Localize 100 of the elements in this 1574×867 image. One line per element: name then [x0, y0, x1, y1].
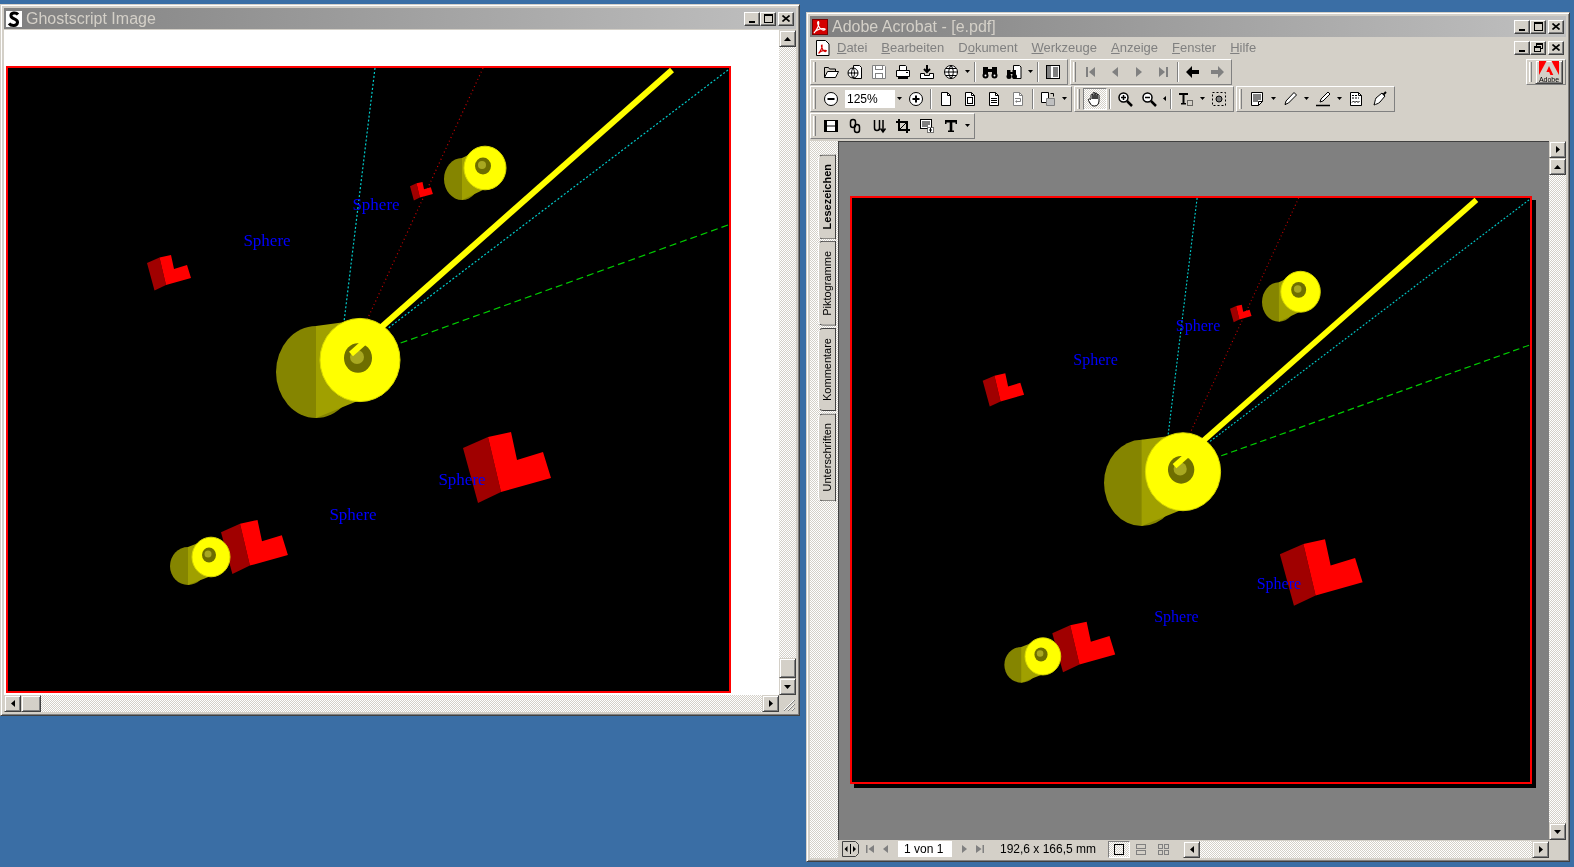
split-arrows-icon[interactable] [842, 841, 859, 857]
size-grip-icon[interactable] [783, 699, 795, 711]
minimize-icon [1519, 49, 1525, 52]
panel-icon [1045, 63, 1061, 80]
page-squiggle-icon [1348, 90, 1364, 107]
caret-icon[interactable] [1337, 97, 1342, 100]
caret-icon[interactable] [1200, 97, 1205, 100]
minimize-button[interactable] [1514, 40, 1530, 55]
left-triangle-icon [882, 845, 890, 853]
globe-icon [943, 63, 959, 80]
right-triangle-icon [1555, 146, 1560, 153]
caret-icon[interactable] [965, 70, 970, 73]
pane-toggle-button[interactable] [1549, 141, 1566, 158]
single-page-button[interactable] [1108, 840, 1131, 858]
scrollbar-thumb[interactable] [21, 695, 41, 712]
caret-icon[interactable] [1028, 70, 1033, 73]
side-tab[interactable]: Lesezeichen [818, 154, 836, 240]
down-triangle-icon [1554, 829, 1561, 834]
magnifier-plus-icon [1117, 90, 1133, 107]
zoom-field[interactable]: 125% [845, 89, 895, 108]
scroll-right-button[interactable] [762, 695, 779, 712]
window-title: Adobe Acrobat - [e.pdf] [832, 16, 996, 37]
restore-icon [1533, 43, 1543, 52]
app-icon[interactable] [812, 18, 828, 35]
maximize-button[interactable] [760, 11, 776, 26]
pencil-icon [1282, 90, 1298, 107]
side-tab[interactable]: Kommentare [818, 328, 836, 412]
scroll-right-button[interactable] [1532, 840, 1549, 858]
logo-icon [1539, 60, 1559, 75]
u-arrow-icon [871, 117, 887, 134]
toolbar-grip[interactable] [1239, 88, 1242, 109]
restore-button[interactable] [1530, 40, 1546, 55]
caret-icon[interactable] [1304, 97, 1309, 100]
pen-nib-icon [1372, 90, 1388, 107]
hand-tool-button[interactable] [1083, 87, 1107, 110]
close-icon [1552, 23, 1560, 30]
caret-icon[interactable] [897, 97, 902, 100]
magnifier-minus-icon [1141, 90, 1157, 107]
stacked-pages-icon [1040, 90, 1056, 107]
scroll-up-button[interactable] [779, 30, 796, 47]
up-triangle-icon [784, 36, 791, 41]
tube-drawing [1262, 270, 1321, 322]
scroll-down-button[interactable] [1549, 823, 1566, 840]
up-triangle-icon [1554, 164, 1561, 169]
left-triangle-icon [1189, 845, 1194, 853]
minimize-button[interactable] [744, 11, 760, 26]
tube-drawing [444, 145, 507, 200]
left-triangle-icon [10, 700, 15, 707]
lined-page-icon [986, 90, 1002, 107]
page-icon [938, 90, 954, 107]
page-field[interactable]: 1 von 1 [898, 841, 952, 857]
letter-t-frame-icon [1178, 90, 1194, 107]
globe-page-icon [847, 63, 863, 80]
scroll-left-button[interactable] [1183, 840, 1201, 858]
skip-forward-icon [976, 845, 984, 853]
hand-icon [1087, 90, 1103, 107]
tube-drawing [1004, 637, 1062, 683]
toolbar-grip[interactable] [813, 61, 816, 82]
caret-icon[interactable] [1271, 97, 1276, 100]
page-size-label: 192,6 x 166,5 mm [1000, 841, 1097, 857]
crop-icon [895, 117, 911, 134]
caret-icon[interactable] [1062, 97, 1067, 100]
scroll-up-button[interactable] [1549, 158, 1566, 175]
minimize-button[interactable] [1514, 19, 1530, 34]
letter-t-icon [943, 117, 959, 134]
right-triangle-icon [1538, 845, 1543, 853]
close-button[interactable] [1548, 40, 1564, 55]
maximize-button[interactable] [1530, 19, 1546, 34]
l-block-drawing [147, 255, 191, 291]
side-tab[interactable]: Piktogramme [818, 241, 836, 327]
printer-icon [895, 63, 911, 80]
toolbar-grip[interactable] [813, 88, 816, 109]
l-block-drawing [410, 182, 433, 201]
tray-arrow-icon [919, 63, 935, 80]
side-tab[interactable]: Unterschriften [818, 413, 836, 502]
app-icon[interactable] [6, 10, 22, 27]
right-arrow-icon [1209, 63, 1225, 80]
close-button[interactable] [1548, 19, 1564, 34]
tube-drawing [170, 536, 231, 585]
scroll-down-button[interactable] [779, 678, 796, 695]
minimize-icon [1519, 28, 1525, 31]
scroll-left-button[interactable] [4, 695, 21, 712]
scene-label: Sphere [352, 195, 400, 214]
single-page-icon [1114, 843, 1125, 855]
minimize-icon [749, 20, 755, 23]
l-block-drawing [982, 373, 1025, 407]
film-icon [823, 117, 839, 134]
caret-icon[interactable] [1163, 96, 1166, 101]
caret-icon[interactable] [965, 124, 970, 127]
close-button[interactable] [778, 11, 794, 26]
scene-label: Sphere [1073, 350, 1118, 368]
toolbar-grip[interactable] [1073, 61, 1076, 82]
scene-label: Sphere [243, 231, 291, 250]
scene-label: Sphere [329, 505, 377, 524]
toolbar-grip[interactable] [1529, 61, 1532, 82]
toolbar-grip[interactable] [1077, 88, 1080, 109]
document-icon[interactable] [816, 39, 830, 56]
close-icon [1552, 44, 1560, 51]
toolbar-grip[interactable] [813, 115, 816, 136]
scrollbar-thumb[interactable] [779, 658, 796, 678]
